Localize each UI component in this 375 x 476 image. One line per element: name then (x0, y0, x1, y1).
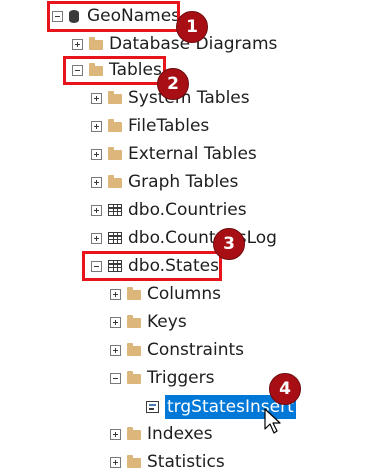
tree-node-label: Keys (147, 312, 187, 332)
step-badge-2: 2 (157, 68, 189, 100)
tree-node-triggers[interactable]: Triggers (110, 364, 215, 392)
table-icon (108, 232, 122, 244)
tree-node-columns[interactable]: Columns (110, 280, 221, 308)
step-badge-3: 3 (213, 228, 245, 260)
step-badge-1: 1 (176, 11, 208, 43)
tree-node-graph-tables[interactable]: Graph Tables (91, 168, 238, 196)
folder-icon (127, 371, 141, 384)
tree-node-database-diagrams[interactable]: Database Diagrams (72, 30, 277, 58)
tree-node-label: System Tables (128, 88, 250, 108)
tree-node-label: Indexes (147, 424, 213, 444)
expand-toggle-icon[interactable] (110, 428, 121, 440)
folder-icon (108, 91, 122, 104)
mouse-pointer-icon (264, 408, 281, 434)
collapse-toggle-icon[interactable] (110, 372, 121, 384)
tree-node-label: dbo.Countries (128, 200, 247, 220)
tree-node-label: Constraints (147, 340, 244, 360)
expand-toggle-icon[interactable] (110, 288, 121, 300)
tree-node-statistics[interactable]: Statistics (110, 448, 225, 476)
expand-toggle-icon[interactable] (91, 148, 102, 160)
folder-icon (127, 315, 141, 328)
tree-node-constraints[interactable]: Constraints (110, 336, 244, 364)
folder-icon (89, 37, 103, 50)
expand-toggle-icon[interactable] (110, 456, 121, 468)
trigger-icon (146, 401, 159, 413)
tree-node-label: Columns (147, 284, 221, 304)
tree-node-label: dbo.CountriesLog (128, 228, 277, 248)
object-explorer-tree: GeoNames Database Diagrams Tables System… (0, 0, 375, 476)
expand-toggle-icon[interactable] (110, 344, 121, 356)
tree-node-label: Graph Tables (128, 172, 239, 192)
tree-node-label: Statistics (147, 452, 225, 472)
tree-node-indexes[interactable]: Indexes (110, 420, 213, 448)
folder-icon (127, 287, 141, 300)
table-icon (108, 204, 122, 216)
tree-node-filetables[interactable]: FileTables (91, 112, 209, 140)
folder-icon (108, 175, 122, 188)
tree-node-dbo-countrieslog[interactable]: dbo.CountriesLog (91, 224, 277, 252)
expand-toggle-icon[interactable] (91, 92, 102, 104)
expand-toggle-icon[interactable] (91, 120, 102, 132)
folder-icon (127, 455, 141, 468)
highlight-box-geonames (47, 1, 180, 32)
tree-node-label: External Tables (128, 144, 257, 164)
highlight-box-dbo-states (82, 251, 222, 281)
tree-node-label: Triggers (147, 368, 215, 388)
folder-icon (108, 119, 122, 132)
folder-icon (127, 427, 141, 440)
tree-node-dbo-countries[interactable]: dbo.Countries (91, 196, 247, 224)
step-badge-4: 4 (269, 373, 301, 405)
tree-node-external-tables[interactable]: External Tables (91, 140, 257, 168)
tree-node-label: FileTables (128, 116, 210, 136)
expand-toggle-icon[interactable] (91, 232, 102, 244)
highlight-box-tables (63, 56, 166, 85)
expand-toggle-icon[interactable] (91, 204, 102, 216)
expand-toggle-icon[interactable] (110, 316, 121, 328)
expand-toggle-icon[interactable] (72, 38, 83, 50)
folder-icon (108, 147, 122, 160)
expand-toggle-icon[interactable] (91, 176, 102, 188)
tree-node-keys[interactable]: Keys (110, 308, 187, 336)
folder-icon (127, 343, 141, 356)
